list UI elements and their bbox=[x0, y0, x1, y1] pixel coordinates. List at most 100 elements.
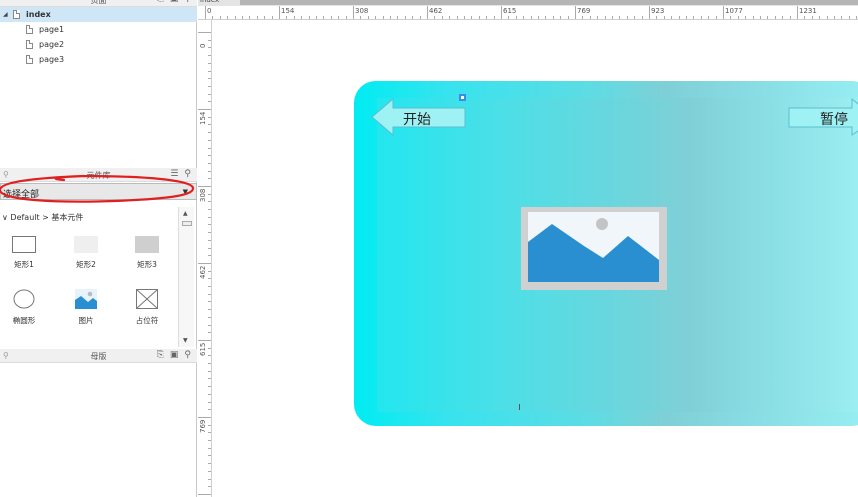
ruler-tick bbox=[671, 16, 672, 19]
widget-label: 矩形2 bbox=[76, 260, 96, 269]
image-placeholder[interactable] bbox=[521, 207, 667, 290]
ruler-tick bbox=[208, 78, 211, 79]
ruler-tick bbox=[208, 209, 211, 210]
page-tree: ◢ index page1 page2 page3 bbox=[0, 7, 197, 67]
library-path-text: Default > 基本元件 bbox=[10, 213, 84, 222]
widget-label: 椭圆形 bbox=[12, 316, 36, 325]
ruler-tick bbox=[708, 16, 709, 19]
ruler-tick bbox=[841, 16, 842, 19]
start-button[interactable]: 开始 bbox=[371, 97, 467, 137]
page-item-page2[interactable]: page2 bbox=[0, 37, 197, 52]
search-icon[interactable]: ⚲ bbox=[184, 0, 191, 4]
ruler-tick bbox=[716, 16, 717, 19]
search-icon[interactable]: ⚲ bbox=[184, 350, 191, 360]
ruler-tick bbox=[212, 16, 213, 19]
ruler-tick bbox=[316, 16, 317, 19]
ruler-tick bbox=[479, 16, 480, 19]
canvas-tab[interactable]: index bbox=[200, 0, 219, 4]
vertical-ruler[interactable]: 0 154 308 462 615 769 923 bbox=[198, 20, 212, 497]
ruler-tick bbox=[449, 16, 450, 19]
ruler-label: 615 bbox=[199, 342, 207, 356]
ruler-tick bbox=[442, 16, 443, 19]
ruler-tick bbox=[208, 386, 211, 387]
ruler-tick bbox=[208, 124, 211, 125]
ruler-label: 769 bbox=[577, 7, 591, 15]
widget-rectangle2[interactable]: 矩形2 bbox=[57, 236, 115, 270]
ruler-tick bbox=[346, 16, 347, 19]
ruler-tick bbox=[508, 16, 509, 19]
ruler-tick bbox=[612, 16, 613, 19]
scroll-down-icon[interactable]: ▼ bbox=[183, 337, 188, 344]
page-item-index[interactable]: ◢ index bbox=[0, 7, 197, 22]
horizontal-ruler[interactable]: 0 154 308 462 615 769 923 1077 1231 bbox=[198, 6, 858, 20]
ruler-tick bbox=[208, 463, 211, 464]
ruler-tick bbox=[208, 240, 211, 241]
library-scrollbar[interactable]: ▲ ▼ bbox=[178, 207, 194, 347]
ruler-tick bbox=[208, 155, 211, 156]
ruler-tick bbox=[693, 16, 694, 19]
ruler-tick bbox=[208, 132, 211, 133]
rectangle-gray-icon bbox=[135, 236, 159, 253]
page-item-page1[interactable]: page1 bbox=[0, 22, 197, 37]
ruler-tick bbox=[730, 16, 731, 19]
add-master-icon[interactable]: ⎘ bbox=[157, 350, 164, 360]
page-label: page2 bbox=[39, 40, 65, 49]
ruler-tick bbox=[412, 16, 413, 19]
left-panel: 页面 ⎘ ▣ ⚲ ◢ index page1 page2 bbox=[0, 0, 197, 497]
widget-rectangle3[interactable]: 矩形3 bbox=[118, 236, 176, 270]
expand-caret-icon[interactable]: ◢ bbox=[3, 11, 9, 18]
pause-button[interactable]: 暂停 bbox=[788, 97, 858, 137]
ruler-tick bbox=[486, 16, 487, 19]
widget-label: 占位符 bbox=[135, 316, 159, 325]
add-page-icon[interactable]: ⎘ bbox=[157, 0, 164, 4]
ruler-tick bbox=[208, 140, 211, 141]
scroll-up-icon[interactable]: ▲ bbox=[183, 210, 188, 217]
ruler-tick bbox=[208, 232, 211, 233]
ruler-tick bbox=[264, 16, 265, 19]
start-button-label: 开始 bbox=[403, 112, 431, 128]
ruler-major-tick bbox=[649, 6, 650, 19]
ruler-tick bbox=[208, 471, 211, 472]
widget-ellipse[interactable]: 椭圆形 bbox=[0, 289, 53, 326]
ruler-label: 923 bbox=[199, 490, 207, 497]
add-folder-icon[interactable]: ▣ bbox=[170, 0, 179, 4]
ruler-tick bbox=[760, 16, 761, 19]
ruler-tick bbox=[538, 16, 539, 19]
widget-rectangle1[interactable]: 矩形1 bbox=[0, 236, 53, 270]
ruler-tick bbox=[249, 16, 250, 19]
ruler-tick bbox=[301, 16, 302, 19]
widget-image[interactable]: 图片 bbox=[57, 289, 115, 326]
library-select-value: 选择全部 bbox=[3, 190, 40, 200]
menu-icon[interactable]: ☰ bbox=[170, 169, 178, 179]
library-select[interactable]: 选择全部 ▼ bbox=[0, 183, 197, 200]
widget-label: 矩形3 bbox=[137, 260, 157, 269]
add-folder-icon[interactable]: ▣ bbox=[170, 350, 179, 360]
ruler-tick bbox=[360, 16, 361, 19]
rectangle-outline-icon bbox=[12, 236, 36, 253]
ruler-tick bbox=[208, 378, 211, 379]
library-breadcrumb[interactable]: ∨ Default > 基本元件 bbox=[2, 212, 83, 223]
ruler-tick bbox=[208, 402, 211, 403]
library-panel-header: ⚲ 元件库 ☰ ⚲ bbox=[0, 168, 197, 182]
ruler-tick bbox=[686, 16, 687, 19]
ruler-tick bbox=[208, 325, 211, 326]
ruler-tick bbox=[208, 148, 211, 149]
ruler-major-tick bbox=[279, 6, 280, 19]
ruler-major-tick bbox=[353, 6, 354, 19]
ruler-label: 0 bbox=[207, 7, 212, 15]
page-item-page3[interactable]: page3 bbox=[0, 52, 197, 67]
ruler-tick bbox=[208, 255, 211, 256]
scroll-thumb[interactable] bbox=[182, 221, 192, 226]
ruler-tick bbox=[208, 224, 211, 225]
ruler-tick bbox=[590, 16, 591, 19]
ruler-tick bbox=[309, 16, 310, 19]
ruler-label: 1231 bbox=[799, 7, 817, 15]
ruler-tick bbox=[464, 16, 465, 19]
ruler-tick bbox=[227, 16, 228, 19]
search-icon[interactable]: ⚲ bbox=[184, 169, 191, 179]
ruler-tick bbox=[208, 486, 211, 487]
ruler-tick bbox=[208, 440, 211, 441]
widget-placeholder[interactable]: 占位符 bbox=[118, 289, 176, 326]
ruler-tick bbox=[656, 16, 657, 19]
design-canvas[interactable]: 开始 暂停 bbox=[213, 21, 858, 497]
